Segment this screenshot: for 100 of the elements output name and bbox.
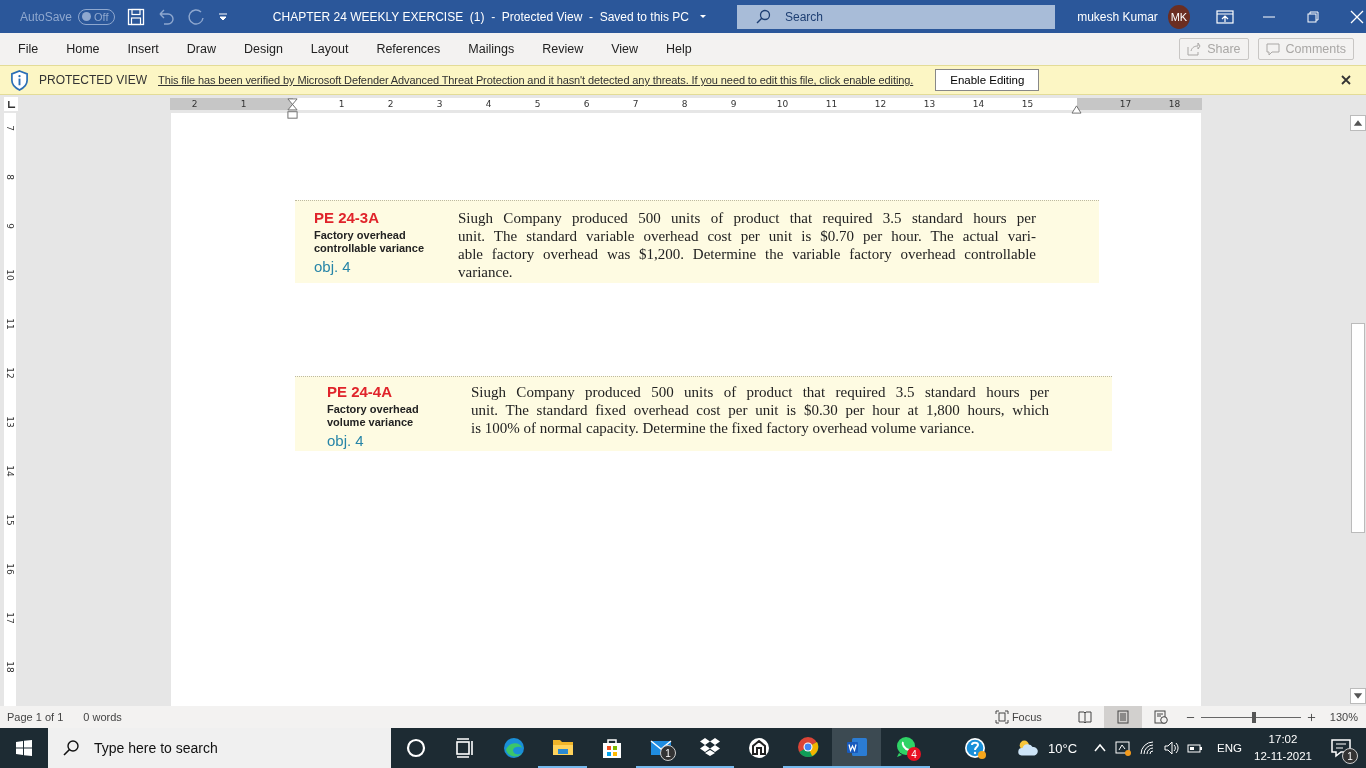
taskbar-app[interactable]: 1	[636, 728, 685, 768]
ribbon-tab[interactable]: File	[4, 42, 53, 56]
ribbon-display-icon[interactable]	[1216, 9, 1234, 24]
ruler-number: 17	[1119, 98, 1132, 110]
ruler-number: 3	[436, 98, 443, 110]
close-icon[interactable]	[1340, 74, 1352, 86]
ruler-number: 17	[5, 611, 15, 624]
word-count[interactable]: 0 words	[83, 711, 122, 723]
ribbon-tab[interactable]: References	[362, 42, 455, 56]
taskbar-app[interactable]: 4	[881, 728, 930, 768]
ruler-number: 11	[5, 317, 15, 330]
message-link[interactable]: This file has been verified by Microsoft Defender Advanced Threat Protection and it hasn't detected any threats. If you need to edit this file, click enable editing.	[158, 74, 914, 86]
autosave-label: AutoSave	[20, 9, 73, 24]
exercise-topic: Factory overhead volume variance	[327, 403, 420, 429]
house-icon	[746, 736, 771, 760]
ruler-number: 11	[825, 98, 838, 110]
speaker-icon[interactable]	[1163, 740, 1180, 756]
zoom-slider-thumb[interactable]	[1251, 711, 1256, 723]
customize-icon[interactable]	[216, 10, 229, 23]
ruler-number: 2	[191, 98, 198, 110]
exercise-text: Siugh Company produced 500 units of product that required 3.5 standard hours per unit. The standard fixed overhead cost per unit is $0.30 per hour at 1,800 hours, which is 100% of normal capacity. Determine the fixed factory overhead volume variance.	[471, 383, 1049, 438]
ribbon-tab[interactable]: Mailings	[454, 42, 529, 56]
ruler-number: 8	[5, 173, 15, 180]
ribbon-tab[interactable]: Layout	[296, 42, 363, 56]
ruler-number: 15	[1021, 98, 1034, 110]
ruler-number: 12	[5, 366, 15, 379]
document-icon	[844, 735, 869, 759]
ruler-number: 4	[485, 98, 492, 110]
redo-icon[interactable]	[186, 7, 205, 26]
notification-icon[interactable]	[1329, 736, 1353, 760]
ruler-number: 6	[583, 98, 590, 110]
scroll-up-icon[interactable]	[1349, 115, 1366, 131]
speech-bubble-icon	[1265, 42, 1280, 56]
wifi-icon[interactable]	[1139, 740, 1156, 756]
page-icon	[1115, 710, 1130, 724]
exercise-code: PE 24-3A	[314, 209, 381, 226]
page-count[interactable]: Page 1 of 1	[7, 711, 64, 723]
close-icon[interactable]	[1348, 9, 1366, 24]
exercise-text: Siugh Company produced 500 units of product that required 3.5 standard hours per unit. The standard variable overhead cost per unit is $0.70 per hour. The actual vari- able factory overhead was $1,200. Determine the variable factory overhead controllable variance.	[458, 209, 1036, 281]
ruler-number: 13	[923, 98, 936, 110]
notification-badge: 4	[907, 747, 921, 761]
scroll-down-icon[interactable]	[1349, 688, 1366, 704]
ruler-number: 18	[1168, 98, 1181, 110]
search-icon	[755, 8, 771, 25]
vertical-scrollbar[interactable]	[1349, 113, 1366, 706]
ruler-number: 12	[874, 98, 887, 110]
ribbon-tab[interactable]: View	[597, 42, 653, 56]
tab-selector[interactable]	[4, 97, 18, 111]
ruler-number: 9	[730, 98, 737, 110]
ruler-number: 18	[5, 660, 15, 673]
user-name: mukesh Kumar	[1077, 9, 1158, 24]
ribbon-tab[interactable]: Review	[528, 42, 598, 56]
ruler-number: 13	[5, 415, 15, 428]
exercise-objective: obj. 4	[314, 258, 352, 275]
share-icon	[1187, 42, 1202, 56]
restore-icon[interactable]	[1304, 9, 1322, 24]
ruler-number: 8	[681, 98, 688, 110]
weather-temperature[interactable]: 10°C	[1048, 740, 1078, 756]
exercise-topic: Factory overhead controllable variance	[314, 229, 426, 255]
clock-time[interactable]: 17:02	[1268, 731, 1298, 748]
exercise-objective: obj. 4	[327, 432, 365, 449]
notification-badge: 1	[1342, 748, 1358, 764]
ruler-number: 10	[5, 268, 15, 281]
ruler-number: 7	[632, 98, 639, 110]
tab-stop-icon	[6, 99, 16, 109]
zoom-level[interactable]: 130%	[1329, 711, 1358, 723]
ribbon-tab[interactable]: Design	[229, 42, 297, 56]
open-box-icon	[697, 735, 722, 759]
save-icon[interactable]	[126, 7, 145, 26]
ribbon-tab[interactable]: Help	[652, 42, 706, 56]
zoom-in-icon[interactable]	[1306, 712, 1316, 722]
user-avatar[interactable]: MK	[1167, 4, 1190, 29]
display-icon[interactable]	[1115, 740, 1132, 756]
ribbon-tab[interactable]: Insert	[113, 42, 173, 56]
ribbon-tab[interactable]: Draw	[172, 42, 230, 56]
help-icon	[962, 736, 987, 760]
ribbon-tab[interactable]: Home	[52, 42, 114, 56]
message-label: PROTECTED VIEW	[39, 73, 147, 87]
book-icon	[1077, 710, 1092, 724]
window-title: CHAPTER 24 WEEKLY EXERCISE (1) - Protected View - Saved to this PC	[272, 9, 689, 24]
print-layout-button[interactable]	[1103, 706, 1142, 728]
indent-marker[interactable]	[287, 98, 298, 120]
shield-info-icon	[10, 69, 29, 91]
enable-editing-button[interactable]: Enable Editing	[935, 69, 1040, 91]
browser-icon	[795, 735, 820, 759]
input-language[interactable]: ENG	[1217, 742, 1242, 754]
ruler-number: 14	[5, 464, 15, 477]
browser-icon	[501, 736, 526, 760]
ruler-number: 1	[338, 98, 345, 110]
search-field[interactable]: Search	[737, 4, 1056, 29]
ruler-number: 5	[534, 98, 541, 110]
taskbar-search-field[interactable]: Type here to search	[48, 728, 391, 768]
ruler-number: 10	[776, 98, 789, 110]
windows-logo-icon	[15, 739, 33, 757]
notification-badge: 1	[660, 745, 676, 761]
search-icon	[62, 739, 80, 757]
ruler-number: 14	[972, 98, 985, 110]
ruler-number: 1	[240, 98, 247, 110]
focus-button[interactable]: Focus	[988, 709, 1048, 725]
clock-date[interactable]: 12-11-2021	[1254, 748, 1312, 765]
